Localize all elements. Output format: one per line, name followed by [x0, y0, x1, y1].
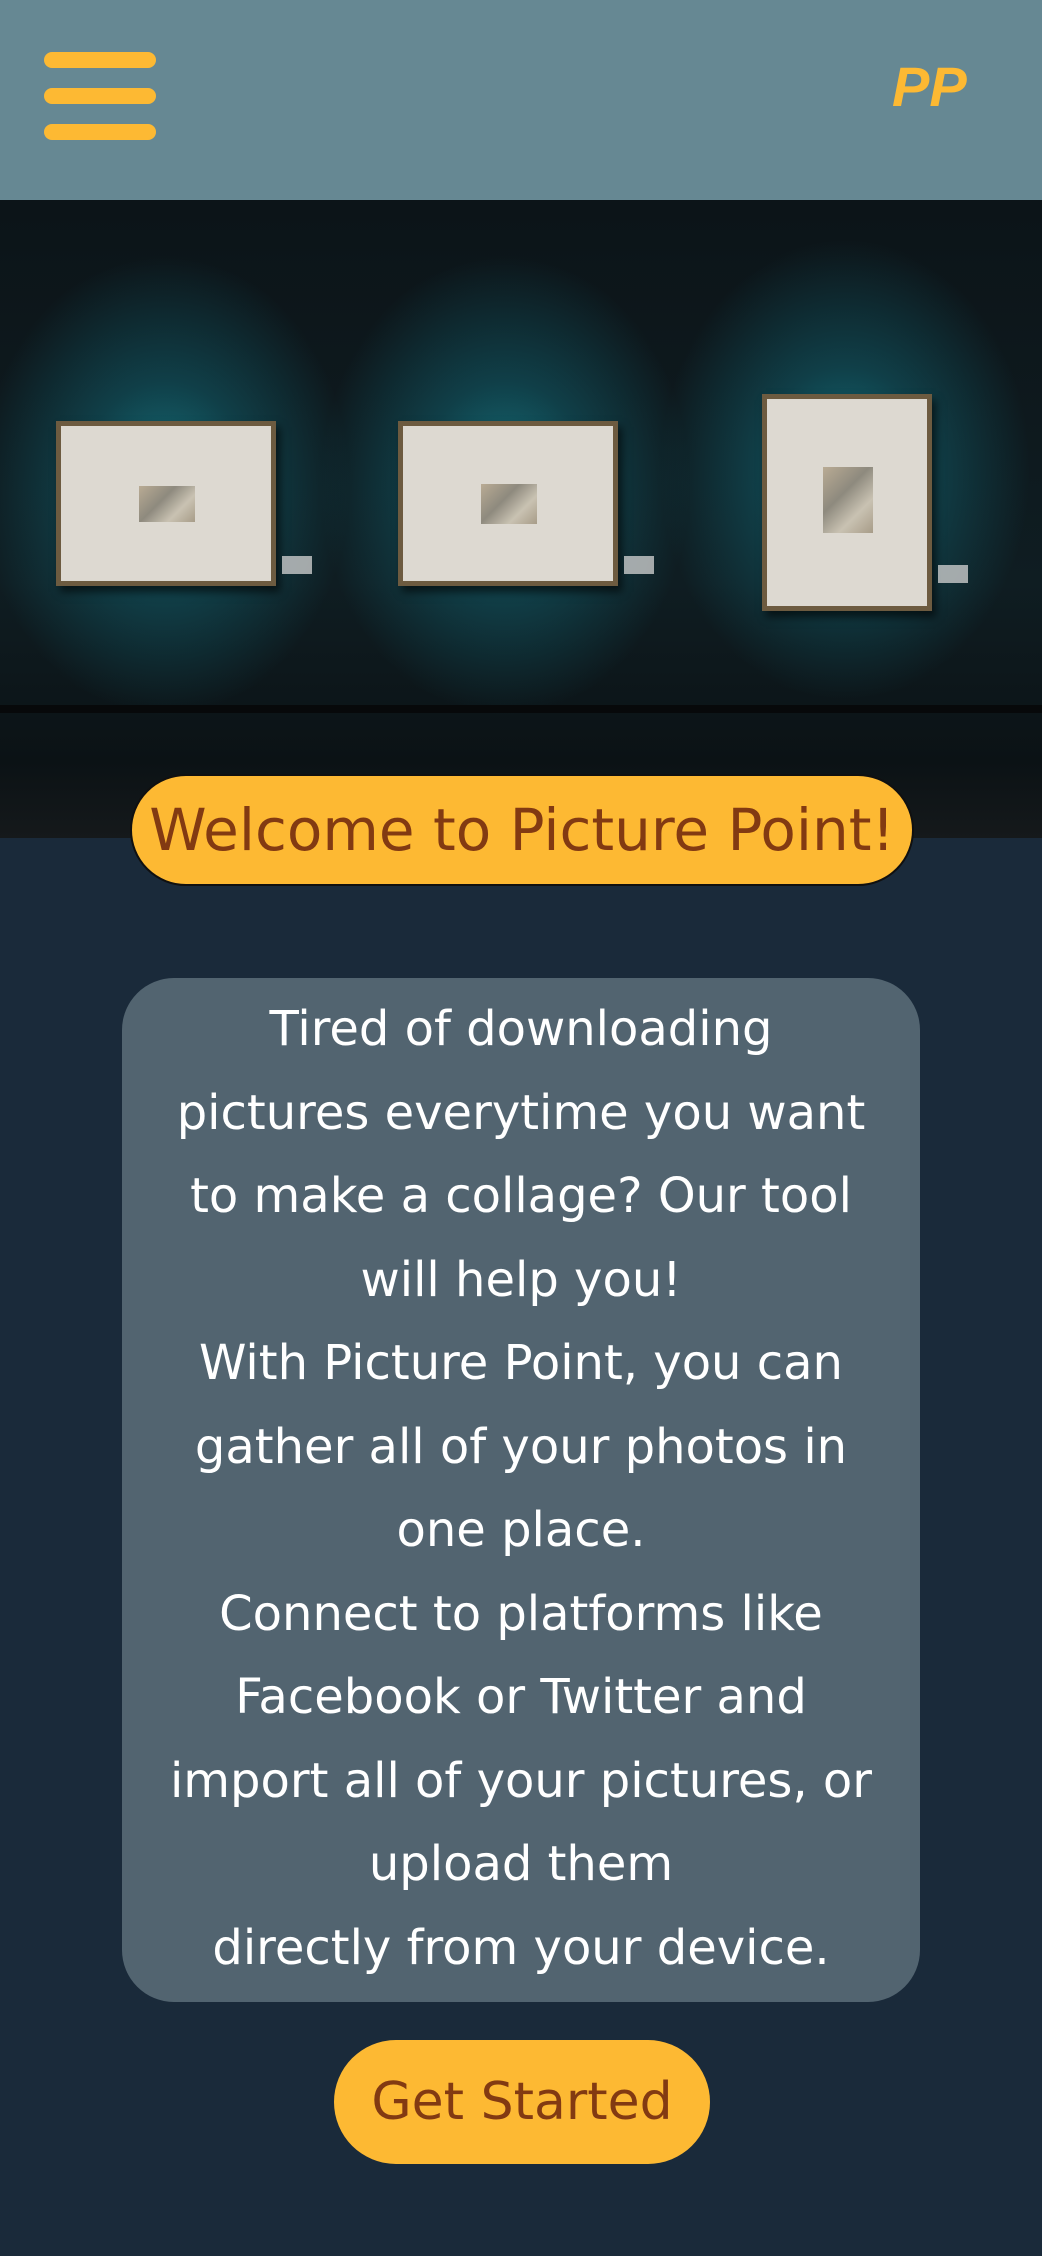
intro-line: directly from your device.: [212, 1919, 830, 1976]
svg-text:PP: PP: [892, 58, 967, 118]
intro-line: upload them: [368, 1836, 674, 1892]
intro-line: import all of your pictures, or: [169, 1752, 873, 1809]
get-started-button[interactable]: Get Started: [334, 2040, 710, 2164]
get-started-label: Get Started: [371, 2072, 673, 2132]
gallery-frame-left: [56, 421, 276, 586]
intro-line: one place.: [396, 1502, 646, 1558]
intro-line: Tired of downloading: [269, 1001, 773, 1057]
intro-line: Connect to platforms like: [219, 1585, 823, 1642]
logo-icon: PP: [892, 55, 967, 118]
welcome-banner: Welcome to Picture Point!: [130, 774, 914, 886]
gallery-frame-middle: [398, 421, 618, 586]
gallery-floor-line: [0, 705, 1042, 713]
intro-line: gather all of your photos in: [194, 1418, 848, 1475]
logo[interactable]: PP: [888, 55, 1012, 138]
intro-line: pictures everytime you want: [176, 1084, 866, 1141]
intro-line: Facebook or Twitter and: [235, 1669, 807, 1725]
intro-line: will help you!: [360, 1251, 682, 1308]
welcome-title: Welcome to Picture Point!: [149, 796, 895, 864]
intro-line: to make a collage? Our tool: [190, 1168, 852, 1224]
gallery-frame-right: [762, 394, 932, 611]
menu-button[interactable]: [44, 52, 158, 144]
header: PP: [0, 0, 1042, 200]
hero-image: [0, 200, 1042, 838]
intro-card: Tired of downloading pictures everytime …: [122, 978, 920, 2002]
intro-text: Tired of downloading pictures everytime …: [122, 988, 920, 1990]
intro-line: With Picture Point, you can: [199, 1335, 843, 1391]
